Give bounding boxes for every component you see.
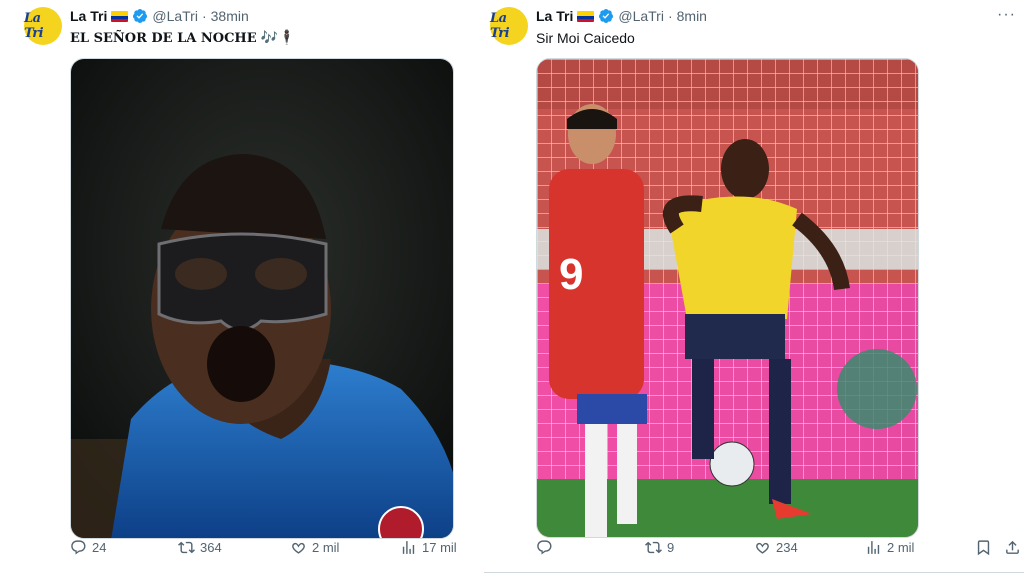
tweet-text: EL SEÑOR DE LA NOCHE 🎶🕴🏿 [70,30,296,46]
views-chart-icon [867,540,880,554]
verified-badge-icon [133,9,148,23]
tweet-image[interactable]: 9 [536,58,919,538]
share-icon [1006,540,1019,554]
retweet-count: 9 [667,539,675,555]
reply-icon [71,539,86,554]
like-count: 234 [776,539,798,555]
timestamp[interactable]: 38min [211,8,249,24]
views-count: 2 mil [887,539,915,555]
like-count: 2 mil [312,539,340,555]
separator: · [201,8,207,24]
more-options-button[interactable]: ··· [997,6,1016,24]
retweet-button[interactable]: 364 [178,539,222,556]
bookmark-icon [977,539,990,555]
tweet-text: Sir Moi Caicedo [536,30,635,46]
author-name[interactable]: La Tri [536,8,573,24]
avatar[interactable]: La Tri [24,7,62,45]
share-button[interactable] [1004,539,1021,556]
author-name[interactable]: La Tri [70,8,107,24]
reply-button[interactable]: 24 [70,539,106,556]
heart-icon [292,542,305,554]
ecuador-flag-icon [577,10,595,22]
author-handle[interactable]: @LaTri [152,8,198,24]
masked-player-photo [71,59,453,538]
tweet-2[interactable]: La Tri La Tri @LaTri · 8min ··· Sir Moi … [484,0,1024,576]
views-chart-icon [402,540,415,554]
music-note-emoji: 🎶🕴🏿 [260,30,296,46]
tweet-header: La Tri @LaTri · 8min [536,8,707,24]
avatar[interactable]: La Tri [490,7,528,45]
retweet-count: 364 [200,539,222,555]
heart-icon [756,542,769,554]
separator: · [667,8,673,24]
views-button[interactable]: 2 mil [865,539,914,556]
reply-count: 24 [92,539,107,555]
bookmark-button[interactable] [975,539,992,556]
svg-text:9: 9 [559,250,583,299]
tweet-1[interactable]: La Tri La Tri @LaTri · 38min EL SEÑOR DE… [0,0,484,576]
tweet-text-content: Sir Moi Caicedo [536,30,635,46]
verified-badge-icon [599,9,614,23]
views-count: 17 mil [422,539,457,555]
reply-icon [537,539,552,554]
retweet-button[interactable]: 9 [645,539,674,556]
like-button[interactable]: 2 mil [290,539,339,556]
ecuador-flag-icon [111,10,129,22]
views-button[interactable]: 17 mil [400,539,457,556]
retweet-icon [645,541,662,553]
like-button[interactable]: 234 [754,539,798,556]
retweet-icon [178,541,195,553]
tweet-text-content: EL SEÑOR DE LA NOCHE [70,30,257,46]
tweet-header: La Tri @LaTri · 38min [70,8,249,24]
author-handle[interactable]: @LaTri [618,8,664,24]
timestamp[interactable]: 8min [677,8,707,24]
celebration-photo: 9 [537,59,918,537]
reply-button[interactable] [536,539,558,556]
divider [484,572,1024,573]
tweet-image[interactable] [70,58,454,539]
